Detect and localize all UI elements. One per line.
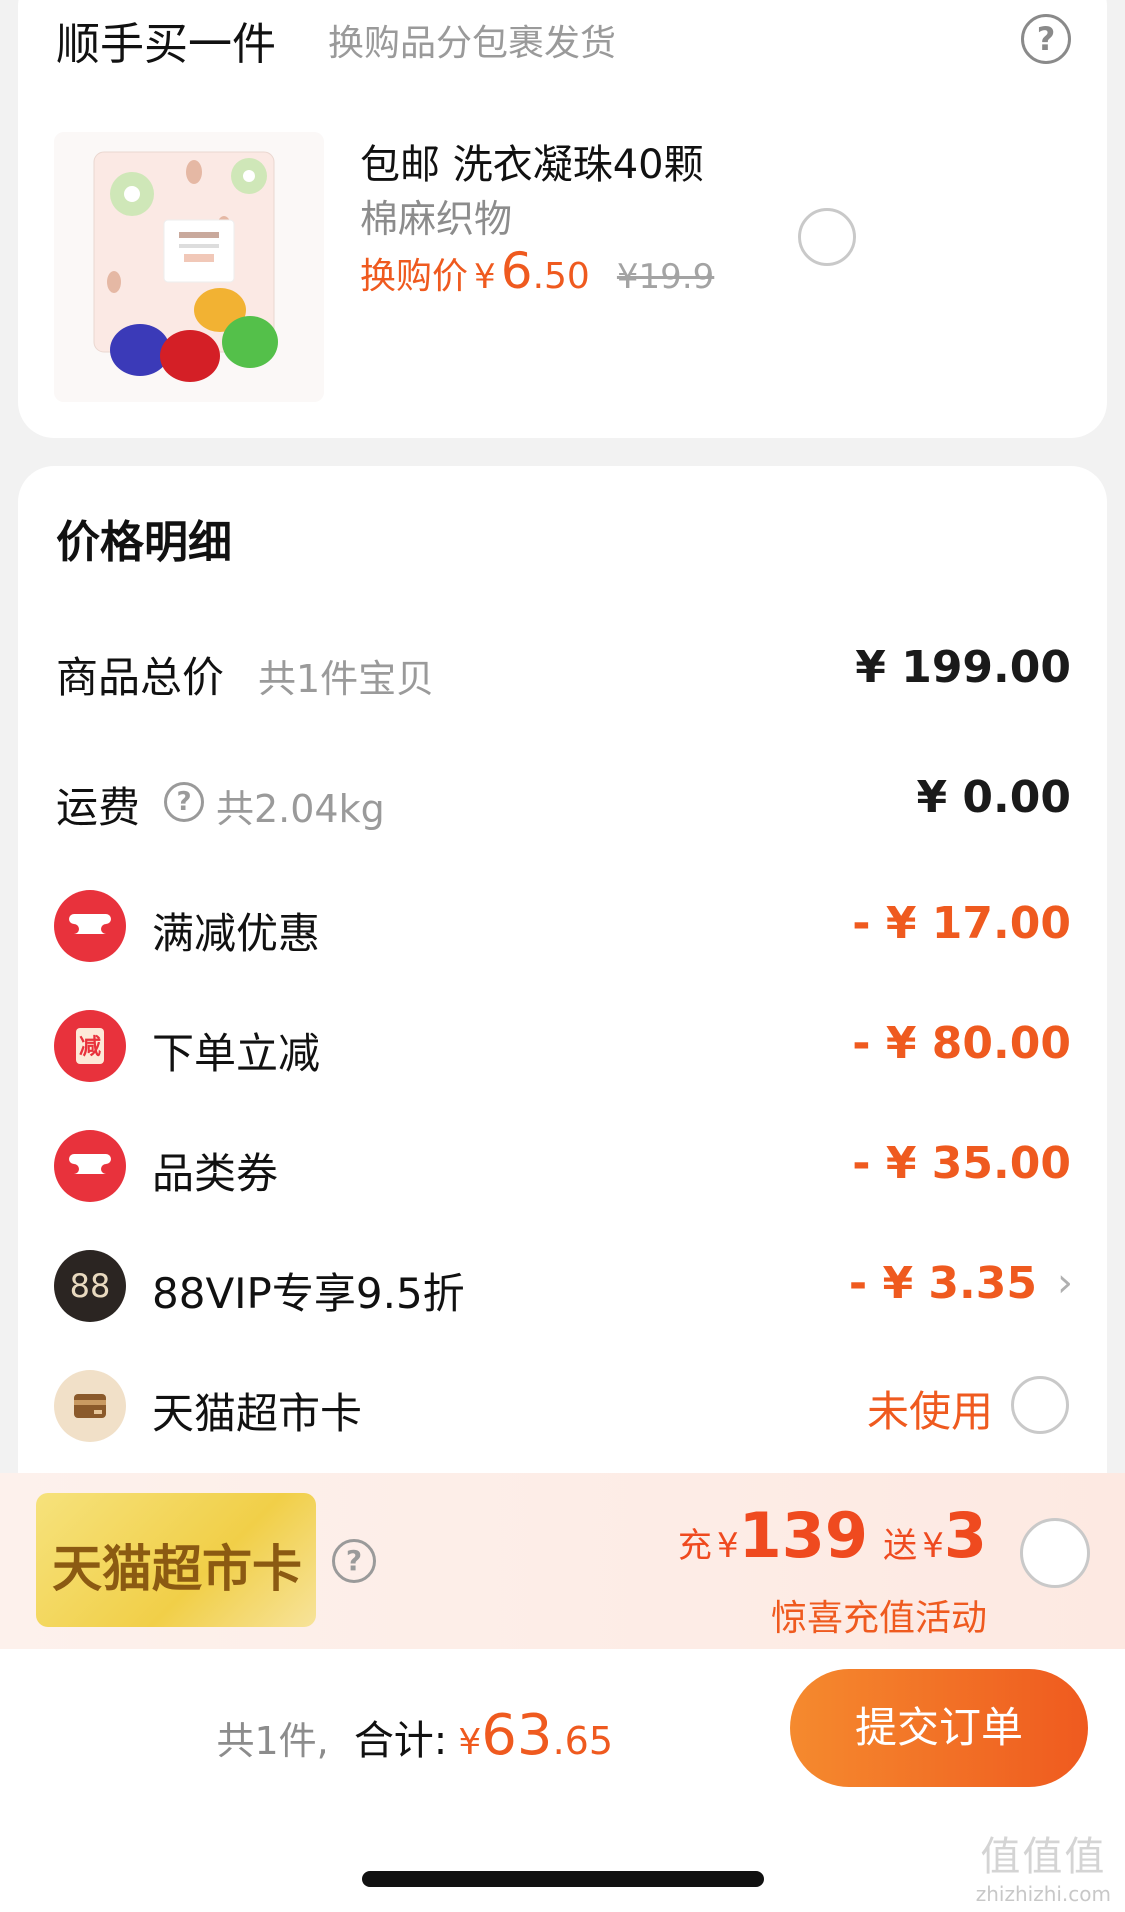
- vip-discount-label: 88VIP专享9.5折: [152, 1269, 465, 1318]
- discount-row: 减 下单立减 - ¥ 80.00: [18, 1006, 1107, 1086]
- vip88-icon: 88: [54, 1250, 126, 1322]
- addon-title: 顺手买一件: [56, 19, 276, 70]
- price-integer: 6: [500, 242, 533, 300]
- product-price: 换购价 ¥ 6.50 ¥19.9: [360, 242, 714, 300]
- addon-subtitle: 换购品分包裹发货: [328, 23, 617, 64]
- home-indicator[interactable]: [362, 1871, 764, 1887]
- goods-total-amount: ¥ 199.00: [855, 642, 1071, 693]
- laundry-pods-illustration: [54, 132, 324, 402]
- total-integer: 63: [481, 1703, 553, 1768]
- recharge-offer: 充 ¥139 送 ¥3: [678, 1499, 987, 1572]
- goods-total-row: 商品总价 共1件宝贝 ¥ 199.00: [18, 630, 1107, 710]
- market-card-radio[interactable]: [1011, 1376, 1069, 1434]
- addon-help-icon[interactable]: ?: [1021, 14, 1071, 64]
- watermark-text: zhizhizhi.com: [975, 1882, 1111, 1906]
- reduce-icon: 减: [54, 1010, 126, 1082]
- goods-total-label: 商品总价: [56, 653, 225, 702]
- market-card-row[interactable]: 天猫超市卡 未使用: [18, 1366, 1107, 1446]
- recharge-activity-text: 惊喜充值活动: [770, 1598, 987, 1639]
- category-coupon-label: 品类券: [152, 1149, 279, 1198]
- item-count: 共1件,: [216, 1719, 329, 1763]
- checkout-bar: 共1件, 合计: ¥63.65 提交订单 值值值 zhizhizhi.com: [0, 1649, 1125, 1912]
- checkout-page: 顺手买一件 换购品分包裹发货 ? 包邮 洗衣凝珠40颗 棉麻织物 换购价 ¥ 6…: [0, 0, 1125, 1912]
- price-decimal: .50: [532, 256, 590, 297]
- category-coupon-amount: - ¥ 35.00: [852, 1138, 1071, 1189]
- supermarket-card-text: 天猫超市卡: [52, 1540, 302, 1598]
- full-reduction-label: 满减优惠: [152, 909, 321, 958]
- total-currency: ¥: [458, 1722, 482, 1763]
- vip88-icon-text: 88: [69, 1267, 111, 1305]
- order-reduction-label: 下单立减: [152, 1029, 321, 1078]
- shipping-weight-note: 共2.04kg: [216, 787, 385, 831]
- shipping-amount: ¥ 0.00: [916, 772, 1072, 823]
- market-card-label: 天猫超市卡: [152, 1389, 363, 1438]
- discount-row: 品类券 - ¥ 35.00: [18, 1126, 1107, 1206]
- shipping-row: 运费 ? 共2.04kg ¥ 0.00: [18, 760, 1107, 840]
- addon-select-radio[interactable]: [798, 208, 856, 266]
- original-price: ¥19.9: [616, 257, 715, 297]
- price-label: 换购价: [360, 256, 469, 297]
- recharge-select-radio[interactable]: [1020, 1518, 1090, 1588]
- reduce-icon-text: 减: [78, 1035, 101, 1060]
- recharge-banner: 天猫超市卡 ? 充 ¥139 送 ¥3 惊喜充值活动: [0, 1473, 1125, 1649]
- market-card-status: 未使用: [866, 1387, 993, 1436]
- total-label: 合计:: [353, 1718, 448, 1764]
- wallet-card-icon: [54, 1370, 126, 1442]
- full-reduction-amount: - ¥ 17.00: [852, 898, 1071, 949]
- gift-amount: 3: [943, 1499, 987, 1572]
- product-image[interactable]: [54, 132, 324, 402]
- watermark: 值值值 zhizhizhi.com: [976, 1824, 1111, 1906]
- recharge-amount: 139: [738, 1499, 869, 1572]
- order-reduction-amount: - ¥ 80.00: [852, 1018, 1071, 1069]
- section-title: 价格明细: [56, 517, 232, 568]
- addon-card: 顺手买一件 换购品分包裹发货 ? 包邮 洗衣凝珠40颗 棉麻织物 换购价 ¥ 6…: [18, 0, 1107, 438]
- order-total: 共1件, 合计: ¥63.65: [216, 1703, 613, 1768]
- gift-prefix: 送: [883, 1526, 918, 1566]
- banner-help-icon[interactable]: ?: [332, 1539, 376, 1583]
- vip-discount-amount: - ¥ 3.35: [848, 1258, 1037, 1309]
- submit-order-button[interactable]: 提交订单: [790, 1669, 1088, 1787]
- total-decimal: .65: [552, 1719, 613, 1763]
- product-name[interactable]: 包邮 洗衣凝珠40颗: [360, 132, 704, 190]
- ticket-icon: [54, 890, 126, 962]
- recharge-currency: ¥: [716, 1526, 739, 1566]
- chevron-right-icon[interactable]: ›: [1057, 1260, 1073, 1306]
- goods-count-note: 共1件宝贝: [258, 657, 435, 701]
- ticket-icon: [54, 1130, 126, 1202]
- vip-discount-row[interactable]: 88 88VIP专享9.5折 - ¥ 3.35 ›: [18, 1246, 1107, 1326]
- price-currency: ¥: [474, 257, 496, 297]
- shipping-label: 运费: [56, 783, 141, 832]
- gift-currency: ¥: [922, 1526, 944, 1566]
- supermarket-card-image: 天猫超市卡: [36, 1493, 316, 1627]
- recharge-prefix: 充: [677, 1526, 712, 1566]
- discount-row: 满减优惠 - ¥ 17.00: [18, 886, 1107, 966]
- shipping-help-icon[interactable]: ?: [164, 782, 204, 822]
- product-spec: 棉麻织物: [360, 197, 513, 241]
- watermark-logo: 值值值: [980, 1834, 1107, 1880]
